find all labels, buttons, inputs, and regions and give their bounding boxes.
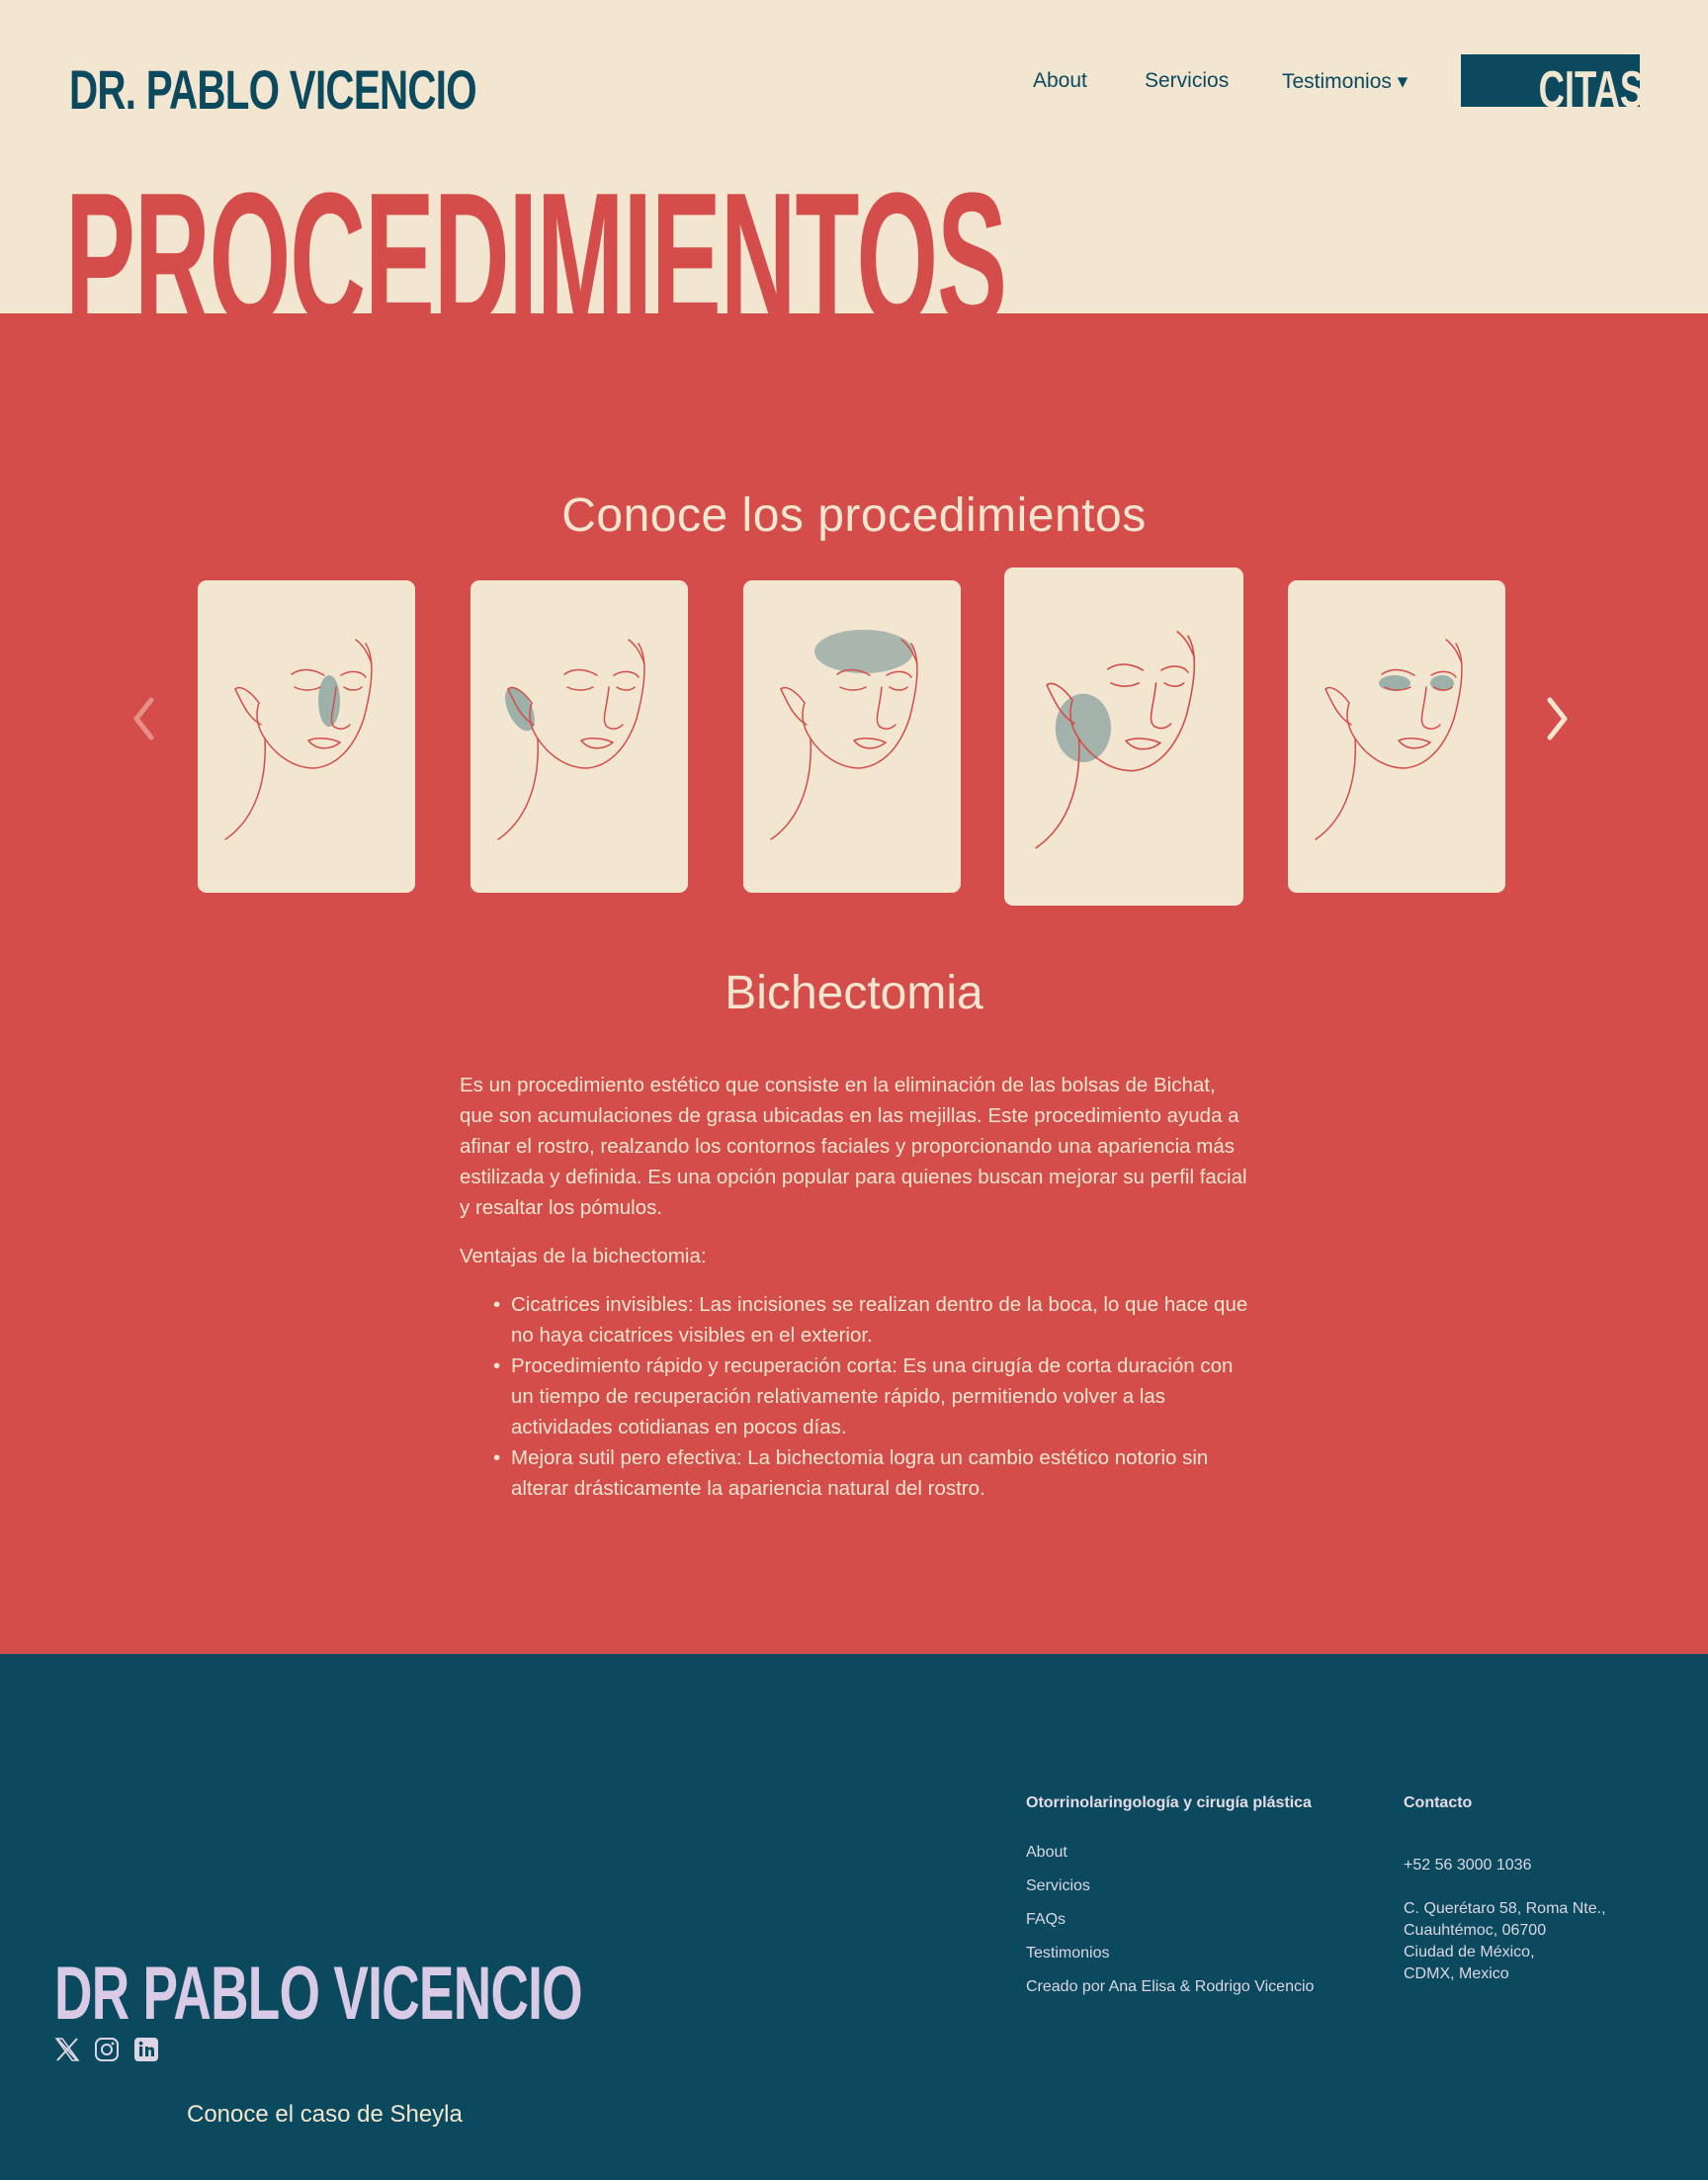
instagram-icon[interactable] xyxy=(94,2037,120,2062)
list-item: Cicatrices invisibles: Las incisiones se… xyxy=(493,1289,1250,1351)
footer-address-line: C. Querétaro 58, Roma Nte., xyxy=(1404,1900,1606,1917)
benefits-heading: Ventajas de la bichectomia: xyxy=(460,1245,707,1267)
nav-servicios[interactable]: Servicios xyxy=(1145,69,1229,93)
footer-address-line: Ciudad de México, xyxy=(1404,1944,1535,1961)
procedure-description: Es un procedimiento estético que consist… xyxy=(460,1070,1250,1504)
procedure-title: Bichectomia xyxy=(725,967,983,1019)
footer-address-line: CDMX, Mexico xyxy=(1404,1965,1509,1982)
nav-about[interactable]: About xyxy=(1033,69,1087,93)
procedure-card-rinoplastia[interactable] xyxy=(198,580,415,893)
footer-link-about[interactable]: About xyxy=(1026,1844,1068,1862)
site-logo[interactable]: DR. PABLO VICENCIO xyxy=(69,57,477,122)
chevron-left-icon[interactable] xyxy=(131,696,157,741)
footer-phone[interactable]: +52 56 3000 1036 xyxy=(1404,1855,1531,1876)
chevron-right-icon[interactable] xyxy=(1544,696,1570,741)
procedure-card-bichectomia-active[interactable] xyxy=(1004,567,1243,906)
face-illustration-icon xyxy=(1315,639,1463,840)
face-illustration-icon xyxy=(224,639,373,840)
citas-button-label: CITAS xyxy=(1538,61,1640,107)
face-illustration-icon xyxy=(770,630,918,840)
site-footer: Otorrinolaringología y cirugía plástica … xyxy=(0,1654,1708,2180)
nav-testimonios-dropdown[interactable]: Testimonios ▾ xyxy=(1282,69,1408,94)
citas-button[interactable]: CITAS xyxy=(1461,54,1640,107)
footer-address-line: Cuauhtémoc, 06700 xyxy=(1404,1922,1547,1939)
site-header: DR. PABLO VICENCIO About Servicios Testi… xyxy=(0,0,1708,353)
list-item: Mejora sutil pero efectiva: La bichectom… xyxy=(493,1442,1250,1504)
case-study-link[interactable]: Conoce el caso de Sheyla xyxy=(187,2101,463,2129)
footer-link-credits[interactable]: Creado por Ana Elisa & Rodrigo Vicencio xyxy=(1026,1978,1314,1996)
list-item: Procedimiento rápido y recuperación cort… xyxy=(493,1351,1250,1442)
face-illustration-icon xyxy=(497,639,645,840)
footer-contact-title: Contacto xyxy=(1404,1794,1473,1811)
footer-link-faqs[interactable]: FAQs xyxy=(1026,1911,1066,1929)
benefits-list: Cicatrices invisibles: Las incisiones se… xyxy=(460,1289,1250,1504)
procedures-section: Conoce los procedimientos Bichectomia Es… xyxy=(0,313,1708,1654)
procedure-card-frente[interactable] xyxy=(743,580,961,893)
procedure-card-otoplastia[interactable] xyxy=(470,580,688,893)
procedure-card-blefaroplastia[interactable] xyxy=(1288,580,1505,893)
section-title: Conoce los procedimientos xyxy=(561,489,1147,542)
x-icon[interactable] xyxy=(54,2037,80,2062)
procedure-description-text: Es un procedimiento estético que consist… xyxy=(460,1074,1247,1219)
footer-link-testimonios[interactable]: Testimonios xyxy=(1026,1945,1109,1962)
linkedin-icon[interactable] xyxy=(133,2037,159,2062)
footer-link-servicios[interactable]: Servicios xyxy=(1026,1877,1090,1895)
face-illustration-icon xyxy=(1035,631,1196,849)
footer-logo: DR PABLO VICENCIO xyxy=(54,1952,583,2036)
footer-specialty-title: Otorrinolaringología y cirugía plástica xyxy=(1026,1794,1312,1811)
